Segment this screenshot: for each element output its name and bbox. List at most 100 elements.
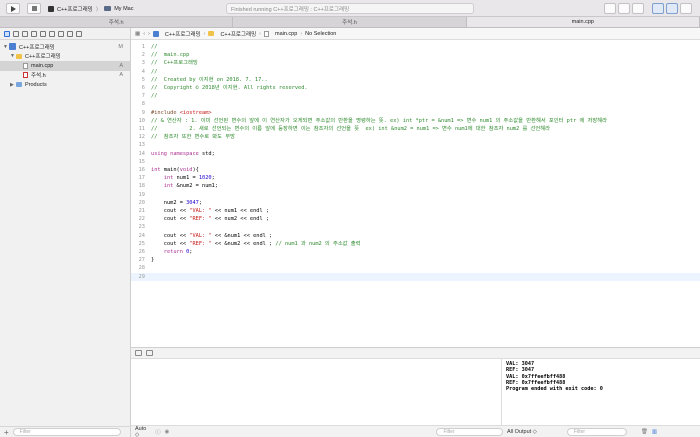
navigator-filter-input[interactable]: Filter xyxy=(12,428,121,436)
code-text: int &num2 = num1; xyxy=(151,182,218,190)
line-number: 17 xyxy=(138,175,145,182)
navigator-item[interactable]: 주석.h A xyxy=(0,71,130,81)
code-token: // xyxy=(151,93,158,100)
add-icon[interactable]: + xyxy=(4,428,9,437)
filter-placeholder: Filter xyxy=(443,428,455,435)
code-text: // Copyright © 2018년 이지현. All rights res… xyxy=(151,84,308,92)
toggle-utilities-button[interactable] xyxy=(680,3,692,14)
code-line: 29 xyxy=(131,272,700,281)
output-select[interactable]: All Output ◇ xyxy=(507,429,537,435)
header-file-icon xyxy=(23,72,28,79)
version-editor-button[interactable] xyxy=(632,3,644,14)
code-line: 15 xyxy=(131,158,700,166)
code-line: 17 int num1 = 1020; xyxy=(131,174,700,182)
line-number: 15 xyxy=(138,158,145,165)
code-line: 28 xyxy=(131,264,700,272)
line-number: 28 xyxy=(138,265,145,272)
toggle-debug-area-button[interactable] xyxy=(666,3,678,14)
trash-icon[interactable]: 🗑 xyxy=(641,429,648,435)
jump-symbol[interactable]: No Selection xyxy=(305,31,336,37)
code-line: 11 // 2. 새로 선언되는 변수의 이름 앞에 등장하면 이는 참조자의 선… xyxy=(131,125,700,133)
code-line: 23 xyxy=(131,223,700,231)
code-text: // C++프로그래밍 xyxy=(151,59,198,67)
line-number: 20 xyxy=(138,199,145,206)
code-text: // 2. 새로 선언되는 변수의 이름 앞에 등장하면 이는 참조자의 선언을… xyxy=(151,125,550,133)
code-token: <iostream> xyxy=(179,109,212,116)
toggle-navigator-button[interactable] xyxy=(652,3,664,14)
code-token: // Copyright © 2018년 이지현. All rights res… xyxy=(151,85,308,91)
console-output[interactable]: VAL: 3047 REF: 3047 VAL: 0x7ffeefbff488 REF… xyxy=(503,359,700,425)
variables-view[interactable] xyxy=(131,359,502,425)
auto-scope-select[interactable]: Auto ◇ xyxy=(135,426,151,437)
line-number: 22 xyxy=(138,216,145,223)
variables-filter-input[interactable]: Filter xyxy=(436,427,503,436)
code-line: 2 // main.cpp xyxy=(131,51,700,59)
back-icon[interactable]: ‹ xyxy=(143,31,145,37)
code-token: "VAL: " xyxy=(189,232,212,239)
code-token: // Created by 이지현 on 2018. 7. 17.. xyxy=(151,76,268,83)
eye-icon[interactable]: ◉ xyxy=(165,429,170,435)
code-line: 27} xyxy=(131,256,700,264)
code-token: cout << xyxy=(151,240,190,247)
forward-icon[interactable]: › xyxy=(148,31,150,37)
tab-header-2[interactable]: 주석.h xyxy=(233,17,467,27)
assistant-editor-button[interactable] xyxy=(618,3,630,14)
report-navigator-icon[interactable] xyxy=(76,30,82,37)
stop-button[interactable] xyxy=(27,3,41,14)
code-line: 1 // xyxy=(131,43,700,51)
hide-debug-area-icon[interactable] xyxy=(135,350,142,356)
code-token: // xyxy=(151,68,158,75)
debug-navigator-icon[interactable] xyxy=(58,30,64,37)
navigator-item[interactable]: ▶ Products xyxy=(0,80,130,90)
jump-folder[interactable]: C++프로그래밍 xyxy=(220,30,256,38)
console-filter-input[interactable]: Filter xyxy=(566,427,627,436)
navigator-item-label: Products xyxy=(25,81,47,88)
code-token: cout << xyxy=(151,232,190,239)
line-number: 4 xyxy=(141,68,145,75)
code-token: 3047 xyxy=(186,199,199,206)
standard-editor-button[interactable] xyxy=(604,3,616,14)
code-token: cout << xyxy=(151,208,190,214)
line-number: 26 xyxy=(138,249,145,255)
project-navigator-icon[interactable] xyxy=(4,30,10,37)
filter-placeholder: Filter xyxy=(573,428,586,435)
run-button[interactable] xyxy=(6,3,20,14)
code-line: 19 xyxy=(131,191,700,199)
scheme-selector[interactable]: C++프로그래밍 〉 My Mac xyxy=(48,3,133,14)
cpp-file-icon xyxy=(23,62,28,69)
code-token: num2 = xyxy=(151,199,187,206)
split-view-icon[interactable]: ▥ xyxy=(652,429,657,435)
related-items-icon[interactable]: ▦ xyxy=(135,31,140,37)
tab-header-1[interactable]: 주석.h xyxy=(0,17,234,27)
jump-project[interactable]: C++프로그래밍 xyxy=(165,30,201,38)
code-token: << &num1 << endl ; xyxy=(211,232,273,239)
navigator-item[interactable]: main.cpp A xyxy=(0,61,130,71)
code-text: // xyxy=(151,92,157,100)
toolbar: C++프로그래밍 〉 My Mac Finished running C++프로… xyxy=(0,0,700,17)
source-editor[interactable]: 1 // 2 // main.cpp 3 // C++프로그래밍 4 // 5 // Create… xyxy=(131,40,700,347)
code-text: // & 연산자 : 1. 이미 선언된 변수의 앞에 이 연산자가 오게되면 … xyxy=(151,117,607,125)
code-text: cout << "VAL: " << num1 << endl ; xyxy=(151,207,269,215)
jump-file[interactable]: main.cpp xyxy=(275,31,297,37)
code-token: ; xyxy=(211,175,215,182)
code-token: // 참조자 또한 변수로 봐도 무방 xyxy=(151,134,235,141)
breakpoints-toggle-icon[interactable] xyxy=(146,350,153,356)
issue-navigator-icon[interactable] xyxy=(40,30,46,37)
find-navigator-icon[interactable] xyxy=(31,30,37,37)
source-control-icon[interactable] xyxy=(13,30,19,37)
code-text: #include <iostream> xyxy=(151,109,212,117)
navigator-item[interactable]: ▼ C++프로그래밍 M xyxy=(0,42,130,52)
info-icon[interactable]: ⓘ xyxy=(155,428,161,436)
code-token: // main.cpp xyxy=(151,52,190,59)
navigator-item-label: main.cpp xyxy=(31,62,54,69)
tab-main-cpp[interactable]: main.cpp xyxy=(466,17,700,27)
project-icon xyxy=(152,30,159,37)
symbol-navigator-icon[interactable] xyxy=(22,30,28,37)
test-navigator-icon[interactable] xyxy=(49,30,55,37)
code-token: ; xyxy=(189,249,193,255)
code-token: 1020 xyxy=(198,175,212,182)
navigator-item[interactable]: ▼ C++프로그래밍 xyxy=(0,52,130,62)
code-token: &num2 = num1; xyxy=(176,183,218,190)
line-number: 1 xyxy=(141,44,145,50)
breakpoint-navigator-icon[interactable] xyxy=(67,30,73,37)
